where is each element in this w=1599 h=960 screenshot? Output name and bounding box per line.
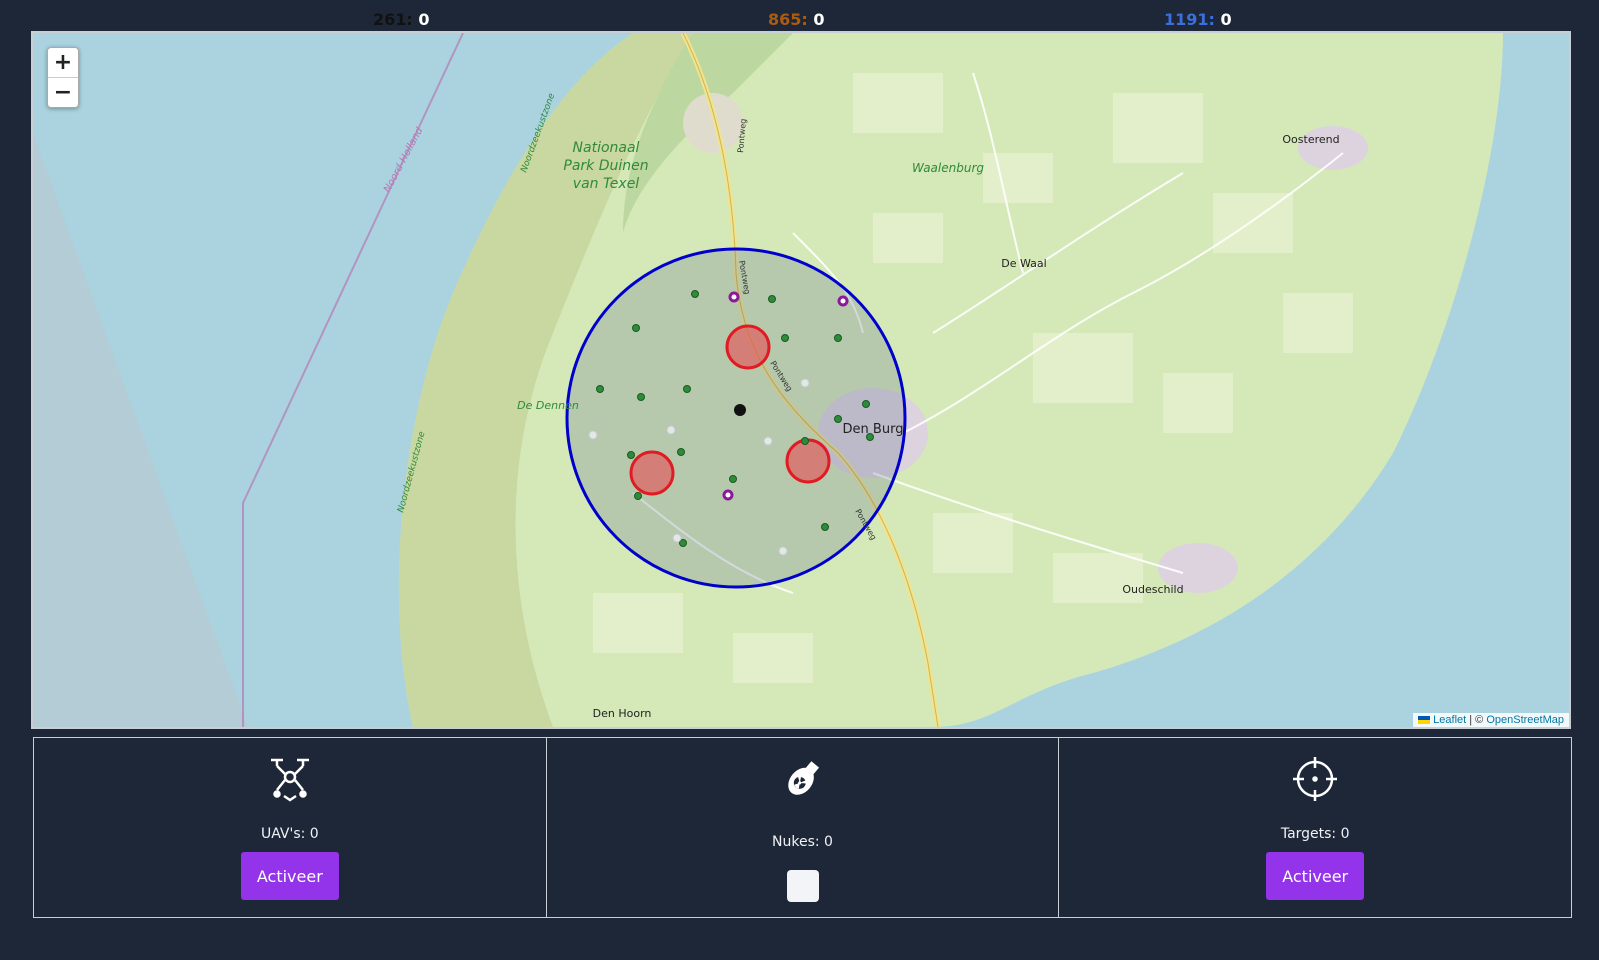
map-attribution: Leaflet | © OpenStreetMap <box>1413 713 1569 727</box>
activate-targets-button[interactable]: Activeer <box>1266 852 1365 900</box>
uav-panel: UAV's: 0 Activeer <box>33 737 547 918</box>
label-den-hoorn: Den Hoorn <box>593 707 652 720</box>
label-waalenburg: Waalenburg <box>912 161 984 175</box>
label-de-dennen: De Dennen <box>517 399 579 412</box>
score-1191: 1191: 0 <box>1164 10 1232 29</box>
zoom-in-button[interactable]: + <box>48 48 78 78</box>
attribution-separator: | © <box>1466 714 1487 726</box>
score-261: 261: 0 <box>373 10 430 29</box>
map-tiles: Nationaal Park Duinen van Texel Waalenbu… <box>33 33 1569 727</box>
targets-count: Targets: 0 <box>1280 826 1350 842</box>
label-oosterend: Oosterend <box>1282 133 1339 146</box>
drone-icon <box>267 756 313 806</box>
zoom-out-button[interactable]: − <box>48 78 78 107</box>
score-value: 0 <box>1220 10 1232 29</box>
ukraine-flag-icon <box>1418 716 1431 725</box>
targets-panel: Targets: 0 Activeer <box>1059 737 1573 918</box>
zoom-control: + − <box>47 47 79 108</box>
leaflet-link[interactable]: Leaflet <box>1433 714 1466 726</box>
control-panels: UAV's: 0 Activeer Nukes: 0 Targets: 0 Ac… <box>33 737 1573 918</box>
score-865: 865: 0 <box>768 10 825 29</box>
nuke-arm-checkbox[interactable] <box>786 870 819 902</box>
label-park-2: Park Duinen <box>563 158 648 174</box>
score-label: 865: <box>768 10 808 29</box>
label-den-burg: Den Burg <box>843 422 904 437</box>
score-bar: 261: 0 865: 0 1191: 0 <box>0 0 1599 30</box>
activate-uav-button[interactable]: Activeer <box>240 852 339 900</box>
nukes-panel: Nukes: 0 <box>546 737 1060 918</box>
crosshair-icon <box>1292 756 1338 806</box>
nuke-bomb-icon <box>780 756 826 806</box>
label-oudeschild: Oudeschild <box>1122 583 1183 596</box>
map-view[interactable]: Nationaal Park Duinen van Texel Waalenbu… <box>31 31 1571 729</box>
label-park-1: Nationaal <box>573 140 640 156</box>
score-label: 261: <box>373 10 413 29</box>
label-park-3: van Texel <box>573 176 640 192</box>
openstreetmap-link[interactable]: OpenStreetMap <box>1486 714 1564 726</box>
nukes-count: Nukes: 0 <box>772 834 833 850</box>
score-value: 0 <box>813 10 825 29</box>
score-label: 1191: <box>1164 10 1215 29</box>
score-value: 0 <box>418 10 430 29</box>
uav-count: UAV's: 0 <box>260 826 319 842</box>
label-de-waal: De Waal <box>1001 257 1046 270</box>
